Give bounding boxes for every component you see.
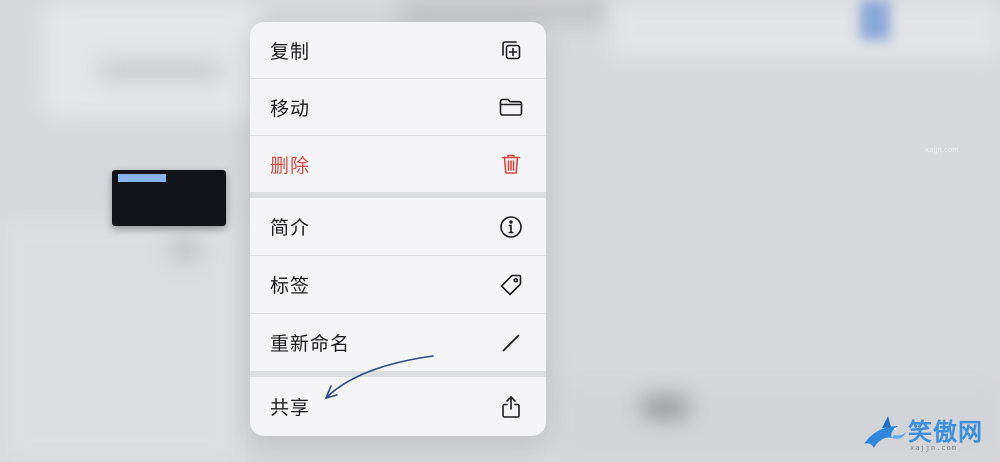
background-blob <box>0 220 240 462</box>
menu-item-move[interactable]: 移动 <box>250 79 546 135</box>
pencil-icon <box>498 330 524 356</box>
menu-item-info[interactable]: 简介 <box>250 198 546 255</box>
menu-item-rename[interactable]: 重新命名 <box>250 314 546 371</box>
background-blob <box>100 60 220 80</box>
menu-item-tags[interactable]: 标签 <box>250 256 546 313</box>
menu-item-label: 简介 <box>270 217 311 239</box>
tag-icon <box>498 272 524 298</box>
watermark-faint-text: xajjn.com <box>925 146 959 154</box>
info-icon <box>498 214 524 240</box>
file-preview-thumbnail[interactable] <box>112 170 226 226</box>
menu-item-label: 移动 <box>270 97 311 120</box>
trash-icon <box>498 151 524 177</box>
background-blob <box>860 0 890 40</box>
menu-item-label: 复制 <box>270 40 311 63</box>
context-menu: 复制 移动 删除 简介 标签 重新命名 共享 <box>250 22 546 436</box>
background-blob <box>610 0 1000 60</box>
watermark-url: xajjn.com <box>910 444 957 452</box>
watermark-brand: 笑傲网 <box>908 418 983 446</box>
watermark: 笑傲网 xajjn.com <box>862 412 998 458</box>
background-blob <box>640 395 690 420</box>
folder-icon <box>498 94 524 120</box>
menu-item-label: 重新命名 <box>270 333 351 355</box>
file-name-selection <box>118 174 166 182</box>
menu-item-label: 删除 <box>270 154 311 177</box>
background-blob <box>400 0 610 22</box>
menu-item-delete[interactable]: 删除 <box>250 136 546 192</box>
menu-item-share[interactable]: 共享 <box>250 377 546 436</box>
menu-item-label: 共享 <box>270 397 311 419</box>
menu-item-label: 标签 <box>270 275 311 297</box>
background-blob <box>170 240 200 260</box>
share-icon <box>498 394 524 420</box>
menu-item-duplicate[interactable]: 复制 <box>250 22 546 78</box>
duplicate-icon <box>498 37 524 63</box>
shark-logo-icon <box>864 416 906 448</box>
